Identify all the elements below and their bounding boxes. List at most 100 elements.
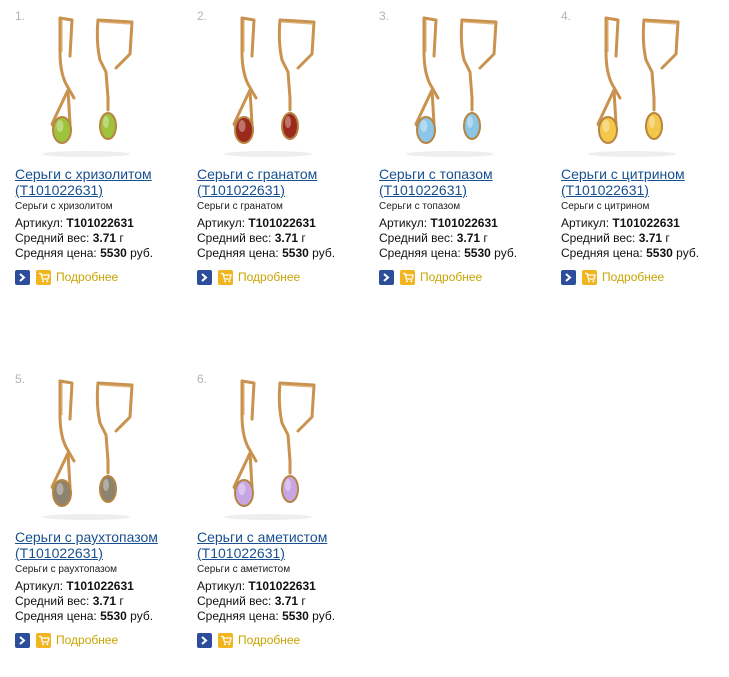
price-label: Средняя цена: — [15, 609, 97, 623]
weight-label: Средний вес: — [197, 231, 272, 245]
product-title-line1[interactable]: Серьги с хризолитом — [15, 166, 193, 182]
chevron-right-icon — [19, 635, 26, 645]
article-row: Артикул: Т101022631 — [197, 216, 316, 230]
details-arrow-button[interactable] — [197, 632, 212, 648]
cart-icon — [402, 272, 414, 282]
weight-label: Средний вес: — [15, 594, 90, 608]
more-details-link[interactable]: Подробнее — [56, 633, 118, 647]
earrings-photo[interactable] — [218, 375, 338, 523]
cart-icon — [220, 635, 232, 645]
more-details-link[interactable]: Подробнее — [238, 633, 300, 647]
price-label: Средняя цена: — [15, 246, 97, 260]
product-title-link[interactable]: Серьги с раухтопазом (Т101022631) — [15, 529, 193, 561]
details-arrow-button[interactable] — [15, 632, 30, 648]
product-title-link[interactable]: Серьги с хризолитом (Т101022631) — [15, 166, 193, 198]
weight-row: Средний вес: 3.71 г — [379, 231, 488, 245]
article-value: Т101022631 — [66, 579, 134, 593]
product-subtitle: Серьги с хризолитом — [15, 201, 113, 212]
product-card: 5. Серьги с раухтопазом (Т101022631) Сер… — [0, 363, 178, 663]
product-title-link[interactable]: Серьги с гранатом (Т101022631) — [197, 166, 375, 198]
chevron-right-icon — [201, 635, 208, 645]
article-value: Т101022631 — [66, 216, 134, 230]
details-arrow-button[interactable] — [197, 269, 212, 285]
product-number: 1. — [15, 9, 26, 23]
earrings-photo[interactable] — [400, 12, 520, 160]
weight-label: Средний вес: — [15, 231, 90, 245]
price-value: 5530 — [646, 246, 673, 260]
weight-value: 3.71 — [92, 594, 117, 608]
weight-value: 3.71 — [274, 594, 299, 608]
price-label: Средняя цена: — [561, 246, 643, 260]
add-to-cart-button[interactable] — [400, 269, 415, 285]
add-to-cart-button[interactable] — [218, 632, 233, 648]
weight-value: 3.71 — [92, 231, 117, 245]
article-row: Артикул: Т101022631 — [197, 579, 316, 593]
product-title-line1[interactable]: Серьги с раухтопазом — [15, 529, 193, 545]
weight-unit: г — [483, 231, 488, 245]
earrings-photo[interactable] — [582, 12, 702, 160]
price-unit: руб. — [312, 246, 336, 260]
more-details-link[interactable]: Подробнее — [420, 270, 482, 284]
product-subtitle: Серьги с раухтопазом — [15, 564, 118, 575]
weight-value: 3.71 — [274, 231, 299, 245]
product-title-link[interactable]: Серьги с цитрином (Т101022631) — [561, 166, 729, 198]
earrings-photo[interactable] — [218, 12, 338, 160]
product-title-line2[interactable]: (Т101022631) — [379, 182, 557, 198]
chevron-right-icon — [565, 272, 572, 282]
product-subtitle: Серьги с топазом — [379, 201, 461, 212]
price-label: Средняя цена: — [197, 246, 279, 260]
article-row: Артикул: Т101022631 — [379, 216, 498, 230]
price-row: Средняя цена: 5530 руб. — [197, 246, 335, 260]
product-card: 3. Серьги с топазом (Т101022631) Серьги … — [364, 0, 542, 300]
weight-row: Средний вес: 3.71 г — [15, 231, 124, 245]
more-details-link[interactable]: Подробнее — [238, 270, 300, 284]
product-actions: Подробнее — [15, 269, 118, 285]
price-row: Средняя цена: 5530 руб. — [197, 609, 335, 623]
add-to-cart-button[interactable] — [36, 632, 51, 648]
add-to-cart-button[interactable] — [36, 269, 51, 285]
product-card: 2. Серьги с гранатом (Т101022631) Серьги… — [182, 0, 360, 300]
product-title-line2[interactable]: (Т101022631) — [15, 545, 193, 561]
weight-row: Средний вес: 3.71 г — [15, 594, 124, 608]
product-number: 5. — [15, 372, 26, 386]
product-title-line2[interactable]: (Т101022631) — [561, 182, 729, 198]
weight-unit: г — [119, 231, 124, 245]
product-title-line1[interactable]: Серьги с топазом — [379, 166, 557, 182]
article-row: Артикул: Т101022631 — [15, 579, 134, 593]
details-arrow-button[interactable] — [379, 269, 394, 285]
earrings-photo[interactable] — [36, 375, 156, 523]
article-label: Артикул: — [197, 579, 246, 593]
more-details-link[interactable]: Подробнее — [602, 270, 664, 284]
cart-icon — [584, 272, 596, 282]
weight-unit: г — [119, 594, 124, 608]
weight-value: 3.71 — [638, 231, 663, 245]
cart-icon — [38, 272, 50, 282]
details-arrow-button[interactable] — [561, 269, 576, 285]
more-details-link[interactable]: Подробнее — [56, 270, 118, 284]
product-title-line1[interactable]: Серьги с цитрином — [561, 166, 729, 182]
product-title-line2[interactable]: (Т101022631) — [197, 182, 375, 198]
product-title-line2[interactable]: (Т101022631) — [197, 545, 375, 561]
article-value: Т101022631 — [248, 216, 316, 230]
price-value: 5530 — [282, 246, 309, 260]
product-subtitle: Серьги с цитрином — [561, 201, 650, 212]
price-value: 5530 — [282, 609, 309, 623]
weight-row: Средний вес: 3.71 г — [561, 231, 670, 245]
product-title-line1[interactable]: Серьги с гранатом — [197, 166, 375, 182]
details-arrow-button[interactable] — [15, 269, 30, 285]
price-row: Средняя цена: 5530 руб. — [15, 609, 153, 623]
weight-label: Средний вес: — [197, 594, 272, 608]
product-title-line2[interactable]: (Т101022631) — [15, 182, 193, 198]
add-to-cart-button[interactable] — [582, 269, 597, 285]
product-title-link[interactable]: Серьги с топазом (Т101022631) — [379, 166, 557, 198]
earrings-photo[interactable] — [36, 12, 156, 160]
product-title-link[interactable]: Серьги с аметистом (Т101022631) — [197, 529, 375, 561]
article-value: Т101022631 — [430, 216, 498, 230]
product-card: 6. Серьги с аметистом (Т101022631) Серьг… — [182, 363, 360, 663]
price-unit: руб. — [676, 246, 700, 260]
weight-label: Средний вес: — [379, 231, 454, 245]
add-to-cart-button[interactable] — [218, 269, 233, 285]
cart-icon — [220, 272, 232, 282]
product-title-line1[interactable]: Серьги с аметистом — [197, 529, 375, 545]
product-actions: Подробнее — [379, 269, 482, 285]
